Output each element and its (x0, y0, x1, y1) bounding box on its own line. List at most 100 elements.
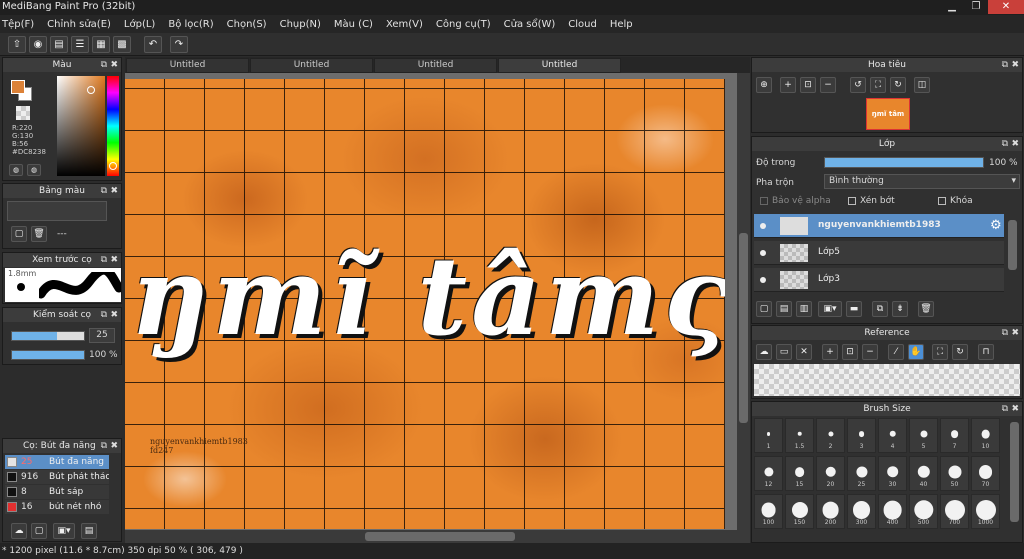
hand-icon[interactable]: ✋ (908, 344, 924, 360)
zoom-out-icon[interactable]: − (862, 344, 878, 360)
layer-row[interactable]: Lớp3 (754, 268, 1004, 292)
brush-size-cell[interactable]: 150 (785, 494, 814, 529)
menu-edit[interactable]: Chỉnh sửa(E) (47, 19, 111, 30)
brush-size-cell[interactable]: 1000 (971, 494, 1000, 529)
new-layer-icon[interactable]: ▢ (756, 301, 772, 317)
menu-select[interactable]: Chọn(S) (227, 19, 267, 30)
add-brush-icon[interactable]: ☁ (11, 523, 27, 539)
popout-icon[interactable]: ⧉ (101, 253, 107, 267)
popout-icon[interactable]: ⧉ (1002, 326, 1008, 340)
upload-icon[interactable]: ⇧ (8, 36, 26, 53)
close-icon[interactable]: ✖ (1011, 402, 1019, 416)
brush-size-cell[interactable]: 15 (785, 456, 814, 491)
popout-icon[interactable]: ⧉ (101, 308, 107, 322)
brush-size-input[interactable]: 25 (89, 328, 115, 343)
brush-size-cell[interactable]: 12 (754, 456, 783, 491)
brush-size-cell[interactable]: 200 (816, 494, 845, 529)
canvas-horizontal-scrollbar[interactable] (125, 530, 737, 543)
eye-icon[interactable] (760, 277, 766, 283)
clipping-checkbox[interactable] (848, 197, 856, 205)
new-palette-icon[interactable]: ▢ (11, 226, 27, 242)
foreground-color-swatch[interactable] (11, 80, 25, 94)
brush-size-cell[interactable]: 1.5 (785, 418, 814, 453)
remove-icon[interactable]: ✕ (796, 344, 812, 360)
close-icon[interactable]: ✖ (110, 439, 118, 453)
brush-size-slider[interactable] (11, 331, 85, 341)
vertical-scroll-thumb[interactable] (739, 233, 748, 423)
layer-row[interactable]: nguyenvankhiemtb1983 ⚙ (754, 214, 1004, 238)
menu-snap[interactable]: Chụp(N) (280, 19, 321, 30)
brush-size-cell[interactable]: 20 (816, 456, 845, 491)
maximize-button[interactable]: ❐ (964, 0, 988, 14)
brush-size-cell[interactable]: 50 (940, 456, 969, 491)
brush-size-cell[interactable]: 4 (878, 418, 907, 453)
open-folder-icon[interactable]: ▭ (776, 344, 792, 360)
merge-layer-icon[interactable]: ⇟ (892, 301, 908, 317)
minimize-button[interactable]: ▁ (940, 0, 964, 14)
layer-opacity-slider[interactable] (824, 157, 984, 168)
actual-size-icon[interactable]: ⊡ (842, 344, 858, 360)
lock-checkbox[interactable] (938, 197, 946, 205)
eye-icon[interactable] (760, 250, 766, 256)
transparent-swatch[interactable] (16, 106, 30, 120)
brush-list-item[interactable]: 916 Bút phát thảo (5, 470, 109, 484)
brush-size-cell[interactable]: 1 (754, 418, 783, 453)
brush-size-cell[interactable]: 300 (847, 494, 876, 529)
brush-size-cell[interactable]: 500 (909, 494, 938, 529)
actual-size-icon[interactable]: ⊡ (800, 77, 816, 93)
close-icon[interactable]: ✖ (110, 308, 118, 322)
delete-layer-icon[interactable]: 🗑 (918, 301, 934, 317)
brush-list-item[interactable]: 25 Bút đa năng (5, 455, 109, 469)
popout-icon[interactable]: ⧉ (1002, 137, 1008, 151)
brush-list-item[interactable]: 16 bút nét nhỏ (5, 500, 109, 514)
palette-area[interactable] (7, 201, 107, 221)
menu-window[interactable]: Cửa sổ(W) (504, 19, 556, 30)
brush-size-scrollbar[interactable] (1010, 422, 1019, 522)
popout-icon[interactable]: ⧉ (101, 58, 107, 72)
menu-filter[interactable]: Bộ lọc(R) (168, 19, 213, 30)
close-icon[interactable]: ✖ (110, 184, 118, 198)
menu-help[interactable]: Help (610, 19, 633, 30)
duplicate-layer-icon[interactable]: ⧉ (872, 301, 888, 317)
color-wheel-icon[interactable]: ◍ (9, 164, 23, 176)
artwork-canvas[interactable]: ŋmĩ tâmς nguyenvankhiemtb1983 fd247 (125, 79, 725, 529)
grid-list-icon[interactable]: ▦ (92, 36, 110, 53)
brush-size-cell[interactable]: 7 (940, 418, 969, 453)
rotate-icon[interactable]: ↻ (952, 344, 968, 360)
close-icon[interactable]: ✖ (1011, 326, 1019, 340)
zoom-in-icon[interactable]: + (780, 77, 796, 93)
brush-size-cell[interactable]: 70 (971, 456, 1000, 491)
brush-size-cell[interactable]: 2 (816, 418, 845, 453)
zoom-in-icon[interactable]: + (822, 344, 838, 360)
brush-size-cell[interactable]: 25 (847, 456, 876, 491)
close-icon[interactable]: ✖ (110, 253, 118, 267)
menu-view[interactable]: Xem(V) (386, 19, 423, 30)
brush-size-cell[interactable]: 700 (940, 494, 969, 529)
close-icon[interactable]: ✖ (1011, 58, 1019, 72)
rotate-left-icon[interactable]: ↺ (850, 77, 866, 93)
menu-file[interactable]: Tệp(F) (2, 19, 34, 30)
folder-icon[interactable]: ▬ (846, 301, 862, 317)
lock-icon[interactable]: ⊓ (978, 344, 994, 360)
popout-icon[interactable]: ⧉ (1002, 58, 1008, 72)
brush-opacity-slider[interactable] (11, 350, 85, 360)
layer-row[interactable]: Lớp5 (754, 241, 1004, 265)
brush-size-cell[interactable]: 100 (754, 494, 783, 529)
menu-cloud[interactable]: Cloud (568, 19, 597, 30)
tab-untitled-4[interactable]: Untitled (498, 58, 621, 73)
navigator-thumbnail[interactable]: ŋmĩ tâm (866, 98, 910, 130)
close-icon[interactable]: ✖ (110, 58, 118, 72)
menu-layer[interactable]: Lớp(L) (124, 19, 155, 30)
horizontal-scroll-thumb[interactable] (365, 532, 515, 541)
eye-icon[interactable] (760, 223, 766, 229)
fit-window-icon[interactable]: ⛶ (932, 344, 948, 360)
popout-icon[interactable]: ⧉ (101, 439, 107, 453)
reference-view[interactable] (754, 364, 1020, 396)
saturation-value-picker[interactable] (57, 76, 105, 176)
brush-list-item[interactable]: 8 Bút sáp (5, 485, 109, 499)
gear-icon[interactable]: ⚙ (990, 218, 1002, 233)
zoom-out-icon[interactable]: − (820, 77, 836, 93)
new-brush-icon[interactable]: ▢ (31, 523, 47, 539)
tab-untitled-3[interactable]: Untitled (374, 58, 497, 73)
brush-size-cell[interactable]: 400 (878, 494, 907, 529)
